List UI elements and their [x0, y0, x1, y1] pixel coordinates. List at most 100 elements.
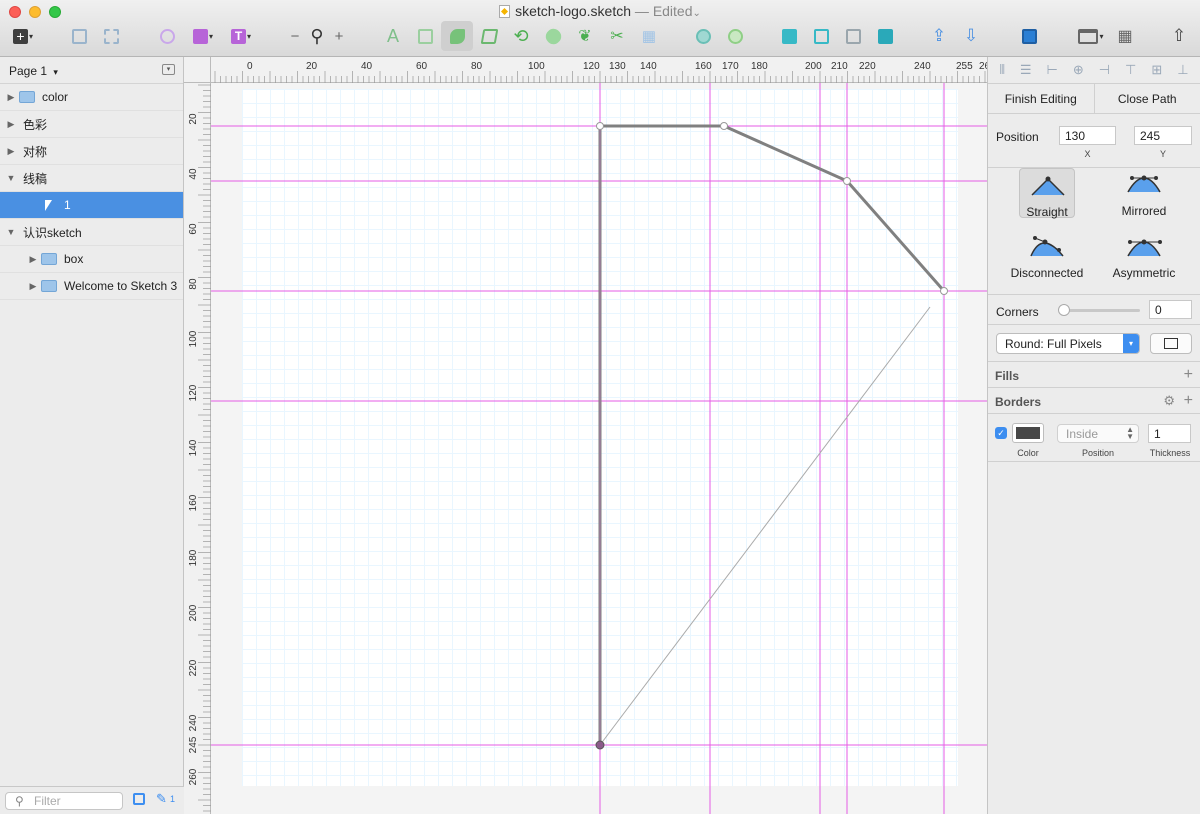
- back-button[interactable]: [874, 25, 896, 47]
- path-point[interactable]: [843, 177, 851, 185]
- disclosure-open-icon[interactable]: ▼: [3, 173, 19, 183]
- closing-path-preview: [599, 306, 931, 746]
- border-position-value: Inside: [1066, 427, 1099, 441]
- symbol-button[interactable]: [156, 25, 178, 47]
- filter-input[interactable]: ⚲ Filter: [5, 792, 123, 810]
- border-enabled-checkbox[interactable]: ✓: [995, 427, 1007, 439]
- selected-path-point[interactable]: [595, 740, 605, 750]
- disclosure-closed-icon[interactable]: ▶: [25, 281, 41, 292]
- align-top-icon[interactable]: ⊤: [1125, 62, 1136, 78]
- close-path-button[interactable]: Close Path: [1095, 84, 1200, 113]
- position-y-input[interactable]: 245: [1134, 126, 1192, 145]
- rotate-button[interactable]: ⟲: [510, 25, 532, 47]
- path-point[interactable]: [940, 287, 948, 295]
- point-type-asymmetric[interactable]: Asymmetric: [1099, 230, 1189, 280]
- corners-input[interactable]: 0: [1149, 300, 1192, 319]
- inspector-panel: ⫴ ☰ ⊢ ⊕ ⊣ ⊤ ⊞ ⊥ Finish Editing Close Pat…: [987, 57, 1200, 814]
- zoom-out-button[interactable]: −: [288, 25, 302, 47]
- layer-row[interactable]: ▶ Welcome to Sketch 3: [0, 273, 183, 300]
- ruler-label: 40: [361, 61, 373, 72]
- layer-row[interactable]: ▼ 认识sketch: [0, 219, 183, 246]
- mask-button[interactable]: ❦: [574, 25, 596, 47]
- position-x-input[interactable]: 130: [1059, 126, 1116, 145]
- border-color-swatch[interactable]: [1012, 423, 1044, 443]
- flatten-to-bitmap-button[interactable]: [1150, 333, 1192, 354]
- path-point[interactable]: [596, 122, 604, 130]
- view-button[interactable]: ▾: [1074, 25, 1108, 47]
- point-type-disconnected[interactable]: Disconnected: [1002, 230, 1092, 280]
- y-label: Y: [1159, 149, 1166, 159]
- text-tool-button[interactable]: A: [382, 25, 404, 47]
- insert-button[interactable]: + ▾: [8, 25, 38, 47]
- disclosure-closed-icon[interactable]: ▶: [3, 92, 19, 103]
- export-button[interactable]: ⇪: [928, 25, 950, 47]
- disclosure-open-icon[interactable]: ▼: [3, 227, 19, 237]
- finish-editing-button[interactable]: Finish Editing: [988, 84, 1095, 113]
- flatten-button[interactable]: [542, 25, 564, 47]
- align-center-icon[interactable]: ⊕: [1073, 62, 1084, 78]
- transform-button[interactable]: [478, 25, 500, 47]
- group-button[interactable]: [68, 25, 90, 47]
- symbols-icon[interactable]: [133, 793, 145, 805]
- align-bottom-icon[interactable]: ⊥: [1177, 62, 1188, 78]
- distribute-horizontal-icon[interactable]: ⫴: [999, 62, 1004, 78]
- layer-row[interactable]: ▼ 线稿: [0, 165, 183, 192]
- edited-status[interactable]: Edited: [653, 3, 693, 19]
- disclosure-closed-icon[interactable]: ▶: [3, 146, 19, 157]
- add-border-icon[interactable]: +: [1184, 392, 1193, 410]
- path-point[interactable]: [720, 122, 728, 130]
- mirror-button[interactable]: [1018, 25, 1040, 47]
- front-button[interactable]: [842, 25, 864, 47]
- canvas[interactable]: [211, 83, 987, 814]
- gear-icon[interactable]: ⚙: [1163, 393, 1175, 409]
- point-type-selector: Straight Mirrored Disconnected Asymmetri…: [988, 168, 1200, 295]
- forward-button[interactable]: [778, 25, 800, 47]
- layout-grid-button[interactable]: ▦: [1114, 25, 1136, 47]
- border-position-select[interactable]: Inside ▲ ▼: [1057, 424, 1139, 443]
- layer-row[interactable]: ▶ 色彩: [0, 111, 183, 138]
- share-button[interactable]: ⇧: [1168, 25, 1190, 47]
- union-button[interactable]: [692, 25, 714, 47]
- ungroup-button[interactable]: [100, 25, 122, 47]
- ruler-vertical[interactable]: 20 40 60 80 100 120 140 160 180 200 220 240 245 260: [184, 83, 211, 814]
- disclosure-closed-icon[interactable]: ▶: [3, 119, 19, 130]
- align-left-icon[interactable]: ⊢: [1047, 62, 1058, 78]
- edited-layers-icon[interactable]: ✎: [156, 791, 167, 807]
- backward-button[interactable]: [810, 25, 832, 47]
- zoom-button[interactable]: ⚲: [306, 25, 328, 47]
- zoom-in-button[interactable]: +: [332, 25, 346, 47]
- view-icon: [1078, 28, 1099, 44]
- layer-row[interactable]: ▶ box: [0, 246, 183, 273]
- rotate-icon: ⟲: [513, 25, 529, 46]
- disclosure-closed-icon[interactable]: ▶: [25, 254, 41, 265]
- align-right-icon[interactable]: ⊣: [1099, 62, 1110, 78]
- rectangle-tool-button[interactable]: [414, 25, 436, 47]
- page-selector[interactable]: Page 1 ▾ ▾: [0, 57, 183, 84]
- ruler-horizontal[interactable]: 0 20 40 60 80 100 120 130 140 160 170 180 200 210 220 2…: [211, 57, 996, 83]
- layer-row[interactable]: 1: [0, 192, 183, 219]
- point-type-mirrored[interactable]: Mirrored: [1099, 168, 1189, 218]
- layer-row[interactable]: ▶ 对称: [0, 138, 183, 165]
- border-thickness-input[interactable]: 1: [1148, 424, 1191, 443]
- fills-label: Fills: [995, 369, 1020, 383]
- edit-button[interactable]: [441, 21, 473, 51]
- corners-slider-knob[interactable]: [1058, 304, 1070, 316]
- make-exportable-button[interactable]: ⇩: [960, 25, 982, 47]
- collapse-pages-button[interactable]: ▾: [162, 64, 175, 75]
- path-edit-row: Finish Editing Close Path: [988, 84, 1200, 114]
- vector-path[interactable]: [598, 124, 946, 745]
- add-fill-icon[interactable]: +: [1184, 366, 1193, 384]
- file-name: sketch-logo.sketch: [515, 3, 632, 19]
- distribute-vertical-icon[interactable]: ☰: [1020, 62, 1032, 78]
- boolean-button[interactable]: ▾: [188, 25, 218, 47]
- text-style-button[interactable]: T ▾: [226, 25, 256, 47]
- layer-row[interactable]: ▶ color: [0, 84, 183, 111]
- align-middle-icon[interactable]: ⊞: [1151, 62, 1162, 78]
- grid-button[interactable]: ▦: [638, 25, 660, 47]
- scissors-button[interactable]: ✂: [606, 25, 628, 47]
- union-icon: [695, 28, 711, 44]
- subtract-button[interactable]: [724, 25, 746, 47]
- round-pixels-select[interactable]: Round: Full Pixels ▾: [996, 333, 1140, 354]
- zoom-in-icon: +: [334, 27, 344, 45]
- corners-slider[interactable]: [1058, 304, 1140, 316]
